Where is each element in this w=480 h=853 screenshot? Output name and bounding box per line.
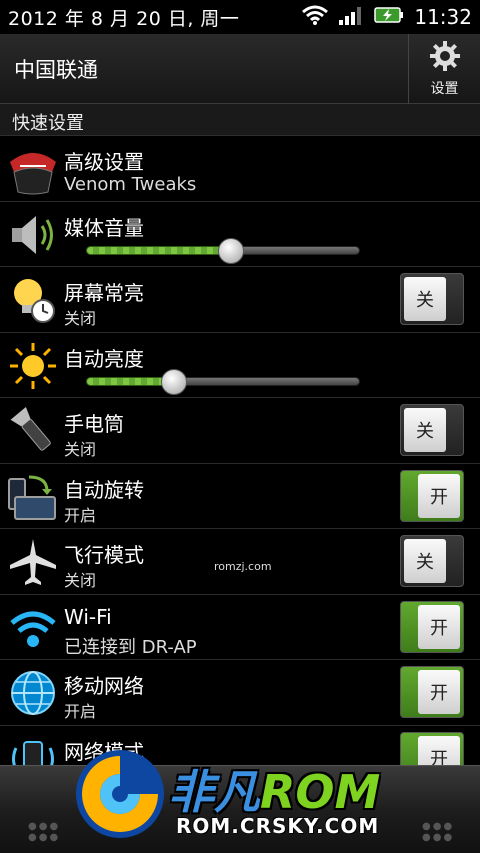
sun-icon bbox=[6, 339, 60, 393]
speaker-icon bbox=[6, 208, 60, 262]
row-subtitle: 关闭 bbox=[64, 309, 97, 328]
list-item-advanced-settings[interactable]: 高级设置 Venom Tweaks bbox=[0, 136, 480, 202]
venom-icon bbox=[6, 142, 60, 196]
row-subtitle: 开启 bbox=[64, 505, 97, 525]
row-title: 高级设置 bbox=[64, 150, 144, 174]
status-time: 11:32 bbox=[414, 5, 472, 29]
gear-icon bbox=[429, 40, 461, 76]
status-date: 2012 年 8 月 20 日, 周一 bbox=[8, 7, 240, 30]
logo-url: ROM.CRSKY.COM bbox=[176, 814, 380, 838]
row-title: 媒体音量 bbox=[64, 215, 144, 240]
grip-dots-left: ●●● ●●● bbox=[28, 821, 61, 843]
globe-icon bbox=[6, 666, 60, 720]
flashlight-icon bbox=[6, 404, 60, 458]
row-title: 移动网络 bbox=[64, 674, 144, 698]
flashlight-toggle[interactable]: 关 bbox=[400, 404, 464, 456]
row-title: 自动亮度 bbox=[64, 346, 144, 371]
toggle-label: 关 bbox=[404, 539, 446, 583]
list-item-wifi[interactable]: Wi-Fi 已连接到 DR-AP 开 bbox=[0, 594, 480, 660]
list-item-screen-always-on[interactable]: 屏幕常亮 关闭 关 bbox=[0, 267, 480, 333]
toggle-label: 关 bbox=[404, 408, 446, 452]
brightness-slider[interactable] bbox=[86, 368, 360, 395]
row-subtitle: 关闭 bbox=[64, 440, 97, 459]
slider-thumb[interactable] bbox=[160, 368, 187, 395]
row-title: 屏幕常亮 bbox=[64, 281, 144, 305]
section-title: 快速设置 bbox=[0, 104, 480, 136]
quick-settings-list: 高级设置 Venom Tweaks 媒体音量 屏幕常亮 关闭 关 自动亮度 手电… bbox=[0, 136, 480, 791]
crsky-logo: 非凡ROM ROM.CRSKY.COM bbox=[70, 742, 430, 850]
list-item-auto-rotate[interactable]: 自动旋转 开启 开 bbox=[0, 463, 480, 529]
mobile-network-toggle[interactable]: 开 bbox=[400, 666, 464, 718]
screen-always-on-toggle[interactable]: 关 bbox=[400, 273, 464, 325]
row-subtitle: 关闭 bbox=[64, 571, 97, 590]
battery-charging-icon bbox=[374, 5, 404, 30]
list-item-auto-brightness: 自动亮度 bbox=[0, 332, 480, 398]
bulb-clock-icon bbox=[6, 273, 60, 327]
carrier-name: 中国联通 bbox=[14, 57, 98, 82]
wifi-icon bbox=[6, 601, 60, 655]
wifi-icon bbox=[302, 5, 329, 30]
row-subtitle: Venom Tweaks bbox=[64, 174, 197, 195]
row-title: 手电筒 bbox=[64, 412, 124, 436]
logo-brand-b: ROM bbox=[260, 765, 381, 819]
list-item-media-volume: 媒体音量 bbox=[0, 201, 480, 267]
airplane-mode-toggle[interactable]: 关 bbox=[400, 535, 464, 587]
auto-rotate-toggle[interactable]: 开 bbox=[400, 469, 464, 522]
row-title: 飞行模式 bbox=[64, 543, 144, 567]
settings-label: 设置 bbox=[430, 80, 459, 97]
list-item-flashlight[interactable]: 手电筒 关闭 关 bbox=[0, 398, 480, 464]
media-volume-slider[interactable] bbox=[86, 237, 360, 264]
wifi-toggle[interactable]: 开 bbox=[400, 600, 464, 653]
row-subtitle: 已连接到 DR-AP bbox=[64, 636, 197, 658]
airplane-icon bbox=[6, 535, 60, 589]
settings-button[interactable]: 设置 bbox=[408, 33, 480, 104]
notification-header: 中国联通 设置 bbox=[0, 33, 480, 104]
toggle-label: 开 bbox=[418, 473, 460, 518]
row-title: Wi-Fi bbox=[64, 604, 112, 629]
rotate-icon bbox=[6, 470, 60, 524]
row-title: 自动旋转 bbox=[64, 477, 144, 502]
signal-icon bbox=[338, 5, 364, 30]
slider-thumb[interactable] bbox=[218, 237, 245, 264]
logo-brand-a: 非凡 bbox=[168, 765, 260, 819]
status-bar: 2012 年 8 月 20 日, 周一 11:32 bbox=[0, 0, 480, 34]
crsky-swirl-icon bbox=[76, 750, 164, 838]
toggle-label: 关 bbox=[404, 277, 446, 321]
logo-brand: 非凡ROM bbox=[168, 756, 380, 822]
list-item-mobile-network[interactable]: 移动网络 开启 开 bbox=[0, 660, 480, 726]
watermark-text: romzj.com bbox=[214, 560, 272, 573]
toggle-label: 开 bbox=[418, 604, 460, 649]
toggle-label: 开 bbox=[418, 670, 460, 714]
row-subtitle: 开启 bbox=[64, 702, 97, 721]
